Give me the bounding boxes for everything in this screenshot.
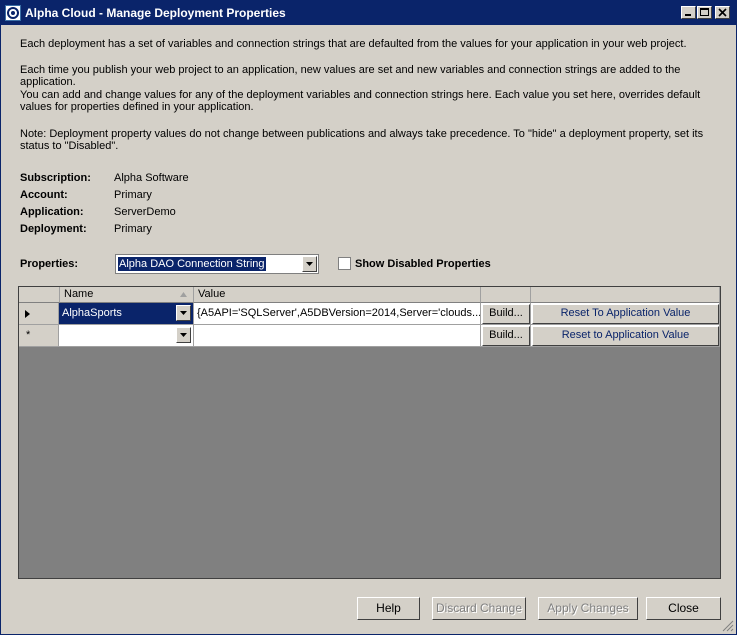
column-header-value[interactable]: Value <box>194 287 481 303</box>
column-header-name[interactable]: Name <box>60 287 194 303</box>
properties-label: Properties: <box>20 258 79 270</box>
new-row-marker: * <box>26 329 31 341</box>
note-text: Note: Deployment property values do not … <box>20 128 704 152</box>
account-value: Primary <box>114 189 152 201</box>
app-icon <box>5 5 21 21</box>
application-value: ServerDemo <box>114 206 176 218</box>
resize-grip-icon[interactable] <box>722 620 734 632</box>
chevron-down-icon <box>306 262 313 266</box>
column-header-reset <box>531 287 720 303</box>
window-title: Alpha Cloud - Manage Deployment Properti… <box>25 6 286 20</box>
chevron-down-icon <box>180 311 187 315</box>
build-cell: Build... <box>481 325 531 347</box>
apply-changes-button[interactable]: Apply Changes <box>538 597 638 620</box>
build-button[interactable]: Build... <box>482 326 530 346</box>
dialog-window: Alpha Cloud - Manage Deployment Properti… <box>0 0 737 635</box>
value-cell[interactable] <box>194 325 481 347</box>
sort-ascending-icon <box>180 292 187 297</box>
grid-corner-header <box>19 287 60 303</box>
description-text: Each time you publish your web project t… <box>20 64 681 88</box>
close-icon <box>718 8 727 17</box>
build-button[interactable]: Build... <box>482 304 530 324</box>
chevron-down-icon <box>180 333 187 337</box>
close-window-button[interactable] <box>715 6 730 19</box>
reset-cell: Reset to Application Value <box>531 325 720 347</box>
subscription-label: Subscription: <box>20 172 91 184</box>
row-header[interactable] <box>19 303 59 325</box>
minimize-icon <box>685 14 691 16</box>
description-text: Each deployment has a set of variables a… <box>20 38 687 50</box>
reset-button[interactable]: Reset to Application Value <box>532 326 719 346</box>
title-bar[interactable]: Alpha Cloud - Manage Deployment Properti… <box>1 1 736 25</box>
help-button[interactable]: Help <box>357 597 420 620</box>
application-label: Application: <box>20 206 84 218</box>
minimize-button[interactable] <box>681 6 696 19</box>
description-text: You can add and change values for any of… <box>20 89 701 113</box>
discard-change-button[interactable]: Discard Change <box>432 597 526 620</box>
deployment-label: Deployment: <box>20 223 87 235</box>
name-dropdown-button[interactable] <box>176 305 191 321</box>
name-cell[interactable] <box>59 325 194 347</box>
properties-grid: Name Value AlphaSports {A5API='SQLServer… <box>18 286 721 579</box>
account-label: Account: <box>20 189 68 201</box>
reset-cell: Reset To Application Value <box>531 303 720 325</box>
column-header-build <box>481 287 531 303</box>
reset-button[interactable]: Reset To Application Value <box>532 304 719 324</box>
close-button[interactable]: Close <box>646 597 721 620</box>
properties-select[interactable]: Alpha DAO Connection String <box>115 254 319 274</box>
value-cell[interactable]: {A5API='SQLServer',A5DBVersion=2014,Serv… <box>194 303 481 325</box>
name-cell[interactable]: AlphaSports <box>59 303 194 325</box>
properties-dropdown-button[interactable] <box>302 256 317 272</box>
properties-selected-value: Alpha DAO Connection String <box>117 256 267 272</box>
show-disabled-label[interactable]: Show Disabled Properties <box>355 258 491 270</box>
current-row-icon <box>25 310 30 318</box>
maximize-icon <box>700 8 709 16</box>
maximize-button[interactable] <box>697 6 712 19</box>
deployment-value: Primary <box>114 223 152 235</box>
name-dropdown-button[interactable] <box>176 327 191 343</box>
show-disabled-checkbox[interactable] <box>338 257 351 270</box>
subscription-value: Alpha Software <box>114 172 189 184</box>
row-header[interactable]: * <box>19 325 59 347</box>
build-cell: Build... <box>481 303 531 325</box>
